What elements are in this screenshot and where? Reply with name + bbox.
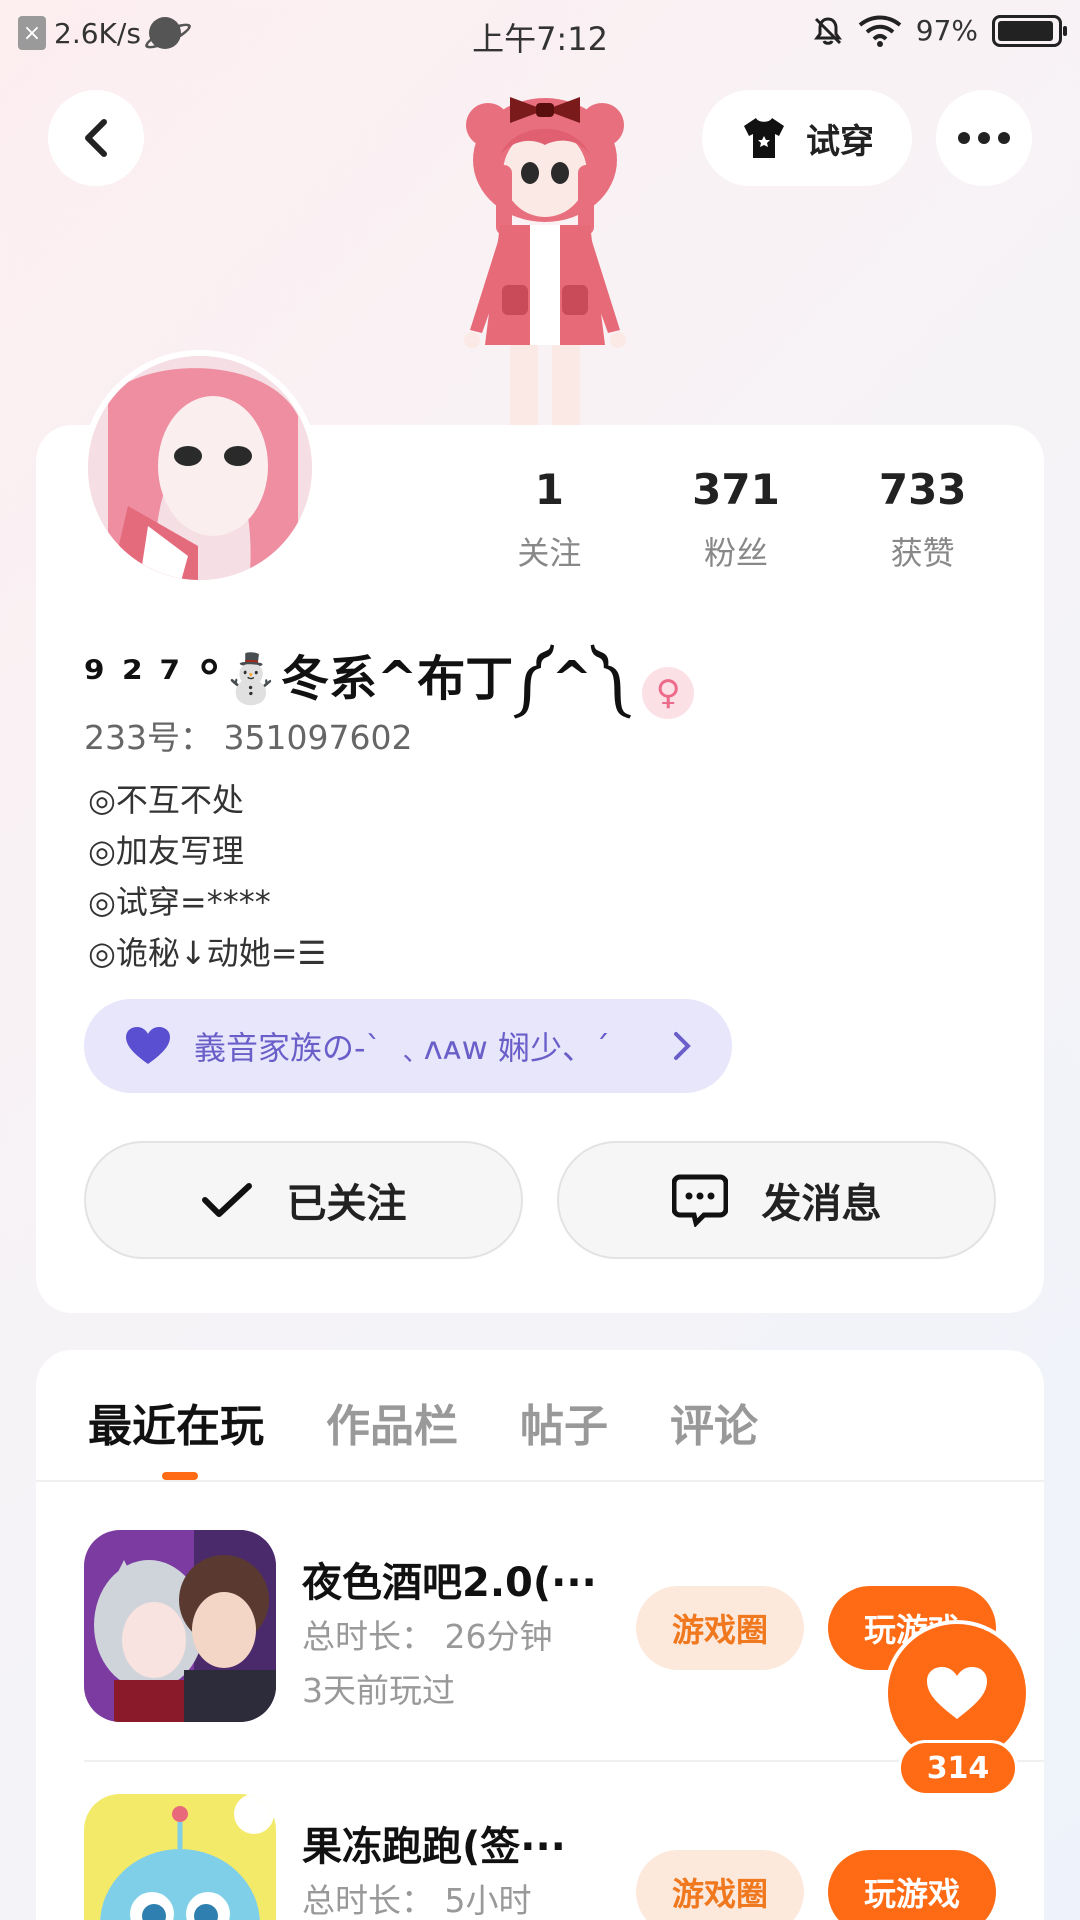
content-card: 最近在玩 作品栏 帖子 评论 夜色酒吧2.0(··· 总时长： 26分钟 3天前… (36, 1350, 1044, 1920)
followed-button[interactable]: 已关注 (84, 1141, 523, 1259)
more-dots-icon (958, 132, 1010, 144)
game-duration: 总时长： 5小时 (302, 1881, 532, 1920)
more-button[interactable] (936, 90, 1032, 186)
female-gender-icon: ♀ (642, 666, 695, 719)
wifi-icon (858, 15, 902, 47)
play-game-button[interactable]: 玩游戏 (828, 1850, 996, 1920)
stat-following[interactable]: 1 关注 (456, 465, 643, 574)
tab-bar: 最近在玩 作品栏 帖子 评论 (88, 1390, 758, 1454)
check-icon (201, 1183, 252, 1217)
game-title: 果冻跑跑(签··· (302, 1824, 566, 1870)
game-last-played: 3天前玩过 (302, 1671, 455, 1710)
heart-family-icon (126, 1027, 170, 1064)
battery-icon (992, 14, 1067, 47)
tabs-divider (36, 1480, 1044, 1482)
stat-fans[interactable]: 371 粉丝 (643, 465, 830, 574)
heart-icon (927, 1667, 987, 1719)
status-right: 97% (812, 14, 1067, 47)
action-buttons: 已关注 发消息 (84, 1141, 996, 1259)
active-tab-indicator (162, 1472, 198, 1480)
chevron-right-icon (674, 1032, 691, 1060)
bio-line: ◎不互不处 (88, 781, 244, 819)
bio-line: ◎试穿=**** (88, 883, 271, 921)
user-id: 233号： 351097602 (84, 718, 413, 757)
character-avatar-figure (464, 97, 626, 425)
profile-stats: 1 关注 371 粉丝 733 获赞 (456, 465, 1016, 574)
battery-percent: 97% (915, 14, 978, 47)
try-on-label: 试穿 (806, 121, 874, 162)
tshirt-icon (744, 118, 784, 158)
tab-works[interactable]: 作品栏 (326, 1390, 458, 1454)
stat-fans-count: 371 (692, 465, 780, 514)
stat-following-count: 1 (534, 465, 564, 514)
send-message-label: 发消息 (761, 1181, 882, 1227)
game-icon (84, 1794, 276, 1920)
game-circle-button[interactable]: 游戏圈 (636, 1850, 804, 1920)
game-title: 夜色酒吧2.0(··· (302, 1560, 597, 1606)
bio: ◎不互不处 ◎加友写理 ◎试穿=**** ◎诡秘↓动她=☰ (88, 775, 326, 979)
stat-likes[interactable]: 733 获赞 (829, 465, 1016, 574)
tab-comments[interactable]: 评论 (670, 1390, 758, 1454)
tab-posts[interactable]: 帖子 (520, 1390, 608, 1454)
stat-likes-label: 获赞 (890, 534, 955, 572)
bio-line: ◎加友写理 (88, 832, 244, 870)
chat-bubble-icon (671, 1174, 728, 1227)
back-button[interactable] (48, 90, 144, 186)
send-message-button[interactable]: 发消息 (557, 1141, 996, 1259)
chevron-left-icon (85, 119, 107, 157)
status-bar: × 2.6K/s 上午7:12 97% (0, 0, 1080, 70)
stat-following-label: 关注 (517, 534, 582, 572)
family-badge-bar[interactable]: 義音家族の-` ﹑ʌᴀᴡ 娴少、´ (84, 999, 732, 1093)
followed-label: 已关注 (286, 1181, 407, 1227)
stat-fans-label: 粉丝 (704, 534, 769, 572)
game-icon (84, 1530, 276, 1722)
like-count-badge: 314 (898, 1740, 1018, 1796)
game-list-item[interactable]: 果冻跑跑(签··· 总时长： 5小时 游戏圈 玩游戏 (84, 1794, 1044, 1920)
stat-likes-count: 733 (878, 465, 967, 514)
avatar[interactable] (82, 350, 318, 586)
bio-line: ◎诡秘↓动她=☰ (88, 934, 327, 972)
game-circle-button[interactable]: 游戏圈 (636, 1586, 804, 1670)
try-on-button[interactable]: 试穿 (702, 90, 912, 186)
tab-recently-played[interactable]: 最近在玩 (88, 1390, 264, 1454)
game-duration: 总时长： 26分钟 (302, 1617, 553, 1656)
family-name: 義音家族の-` ﹑ʌᴀᴡ 娴少、´ (194, 1029, 610, 1067)
mute-bell-icon (813, 16, 842, 45)
